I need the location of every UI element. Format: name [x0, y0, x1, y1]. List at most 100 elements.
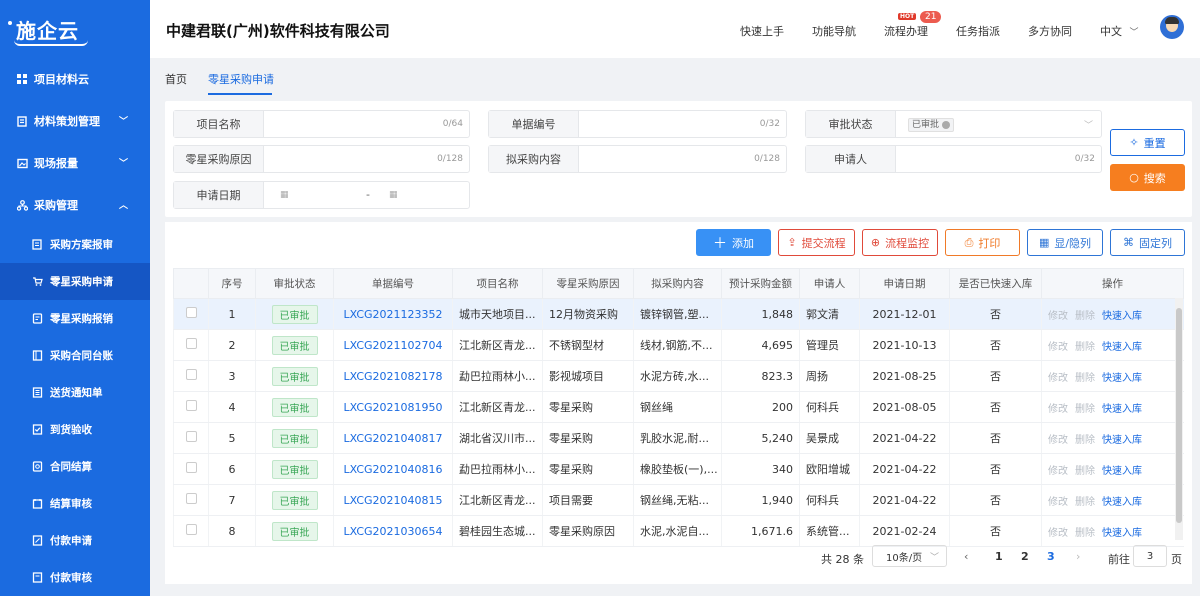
row-checkbox[interactable]: [185, 462, 197, 473]
project-name-field[interactable]: 项目名称 0/64: [173, 110, 470, 138]
approval-status-select[interactable]: 已审批 ﹀: [896, 111, 1101, 137]
table-row[interactable]: 1 已审批 LXCG2021123352 城市天地项目... 12月物资采购 镀锌钢管,塑…: [173, 298, 1184, 330]
doc-code-link[interactable]: LXCG2021081950: [343, 401, 442, 414]
tab-home[interactable]: 首页: [165, 71, 187, 87]
sidebar-item-project-material-cloud[interactable]: 项目材料云: [0, 58, 150, 100]
content-field[interactable]: 拟采购内容 0/128: [488, 145, 787, 173]
doc-code-link[interactable]: LXCG2021040816: [343, 463, 442, 476]
print-button[interactable]: ⎙ 打印: [945, 229, 1020, 256]
process-monitor-button[interactable]: ⊕ 流程监控: [862, 229, 938, 256]
nav-function-guide[interactable]: 功能导航: [812, 23, 856, 39]
doc-no-field[interactable]: 单据编号 0/32: [488, 110, 787, 138]
sidebar-sub-purchase-plan[interactable]: 采购方案报审: [0, 226, 150, 263]
quick-stock-button[interactable]: 快速入库: [1102, 342, 1142, 353]
doc-code-link[interactable]: LXCG2021102704: [343, 339, 442, 352]
row-checkbox[interactable]: [185, 431, 197, 442]
pin-columns-button[interactable]: ⌘ 固定列: [1110, 229, 1185, 256]
avatar[interactable]: [1160, 15, 1184, 39]
next-page-icon[interactable]: ›: [1076, 550, 1080, 563]
approval-status-field[interactable]: 审批状态 已审批 ﹀: [805, 110, 1102, 138]
sidebar-sub-arrival-inspection[interactable]: 到货验收: [0, 411, 150, 448]
row-checkbox[interactable]: [185, 493, 197, 504]
language-select[interactable]: 中文 ﹀: [1100, 23, 1139, 39]
page-2[interactable]: 2: [1021, 550, 1029, 563]
quick-stock-button[interactable]: 快速入库: [1102, 435, 1142, 446]
edit-button[interactable]: 修改: [1048, 466, 1068, 477]
edit-button[interactable]: 修改: [1048, 404, 1068, 415]
reset-button[interactable]: ✧ 重置: [1110, 129, 1185, 156]
sidebar-sub-payment-request[interactable]: 付款申请: [0, 522, 150, 559]
table-row[interactable]: 4 已审批 LXCG2021081950 江北新区青龙... 零星采购 钢丝绳 200 何科兵…: [173, 391, 1184, 423]
delete-button[interactable]: 删除: [1075, 497, 1095, 508]
tab-sporadic-purchase-request[interactable]: 零星采购申请: [208, 71, 274, 87]
edit-button[interactable]: 修改: [1048, 497, 1068, 508]
row-checkbox[interactable]: [185, 369, 197, 380]
table-row[interactable]: 6 已审批 LXCG2021040816 勐巴拉雨林小... 零星采购 橡胶垫板(一),.…: [173, 453, 1184, 485]
quick-stock-button[interactable]: 快速入库: [1102, 466, 1142, 477]
sidebar-item-procurement[interactable]: 采购管理 ︿: [0, 184, 150, 226]
sidebar-item-material-planning[interactable]: 材料策划管理 ﹀: [0, 100, 150, 142]
doc-code-link[interactable]: LXCG2021030654: [343, 525, 442, 538]
edit-button[interactable]: 修改: [1048, 528, 1068, 539]
quick-stock-button[interactable]: 快速入库: [1102, 373, 1142, 384]
row-checkbox[interactable]: [185, 307, 197, 318]
sidebar-item-site-report[interactable]: 现场报量 ﹀: [0, 142, 150, 184]
quick-stock-button[interactable]: 快速入库: [1102, 497, 1142, 508]
content-input[interactable]: 0/128: [579, 146, 786, 172]
page-size-select[interactable]: 10条/页 ﹀: [872, 545, 947, 567]
page-3-current[interactable]: 3: [1047, 550, 1055, 563]
nav-quick-start[interactable]: 快速上手: [740, 23, 784, 39]
search-button[interactable]: ○ 搜索: [1110, 164, 1185, 191]
sidebar-sub-contract-ledger[interactable]: 采购合同台账: [0, 337, 150, 374]
doc-code-link[interactable]: LXCG2021082178: [343, 370, 442, 383]
sidebar-sub-delivery-notice[interactable]: 送货通知单: [0, 374, 150, 411]
nav-task-assign[interactable]: 任务指派: [956, 23, 1000, 39]
delete-button[interactable]: 删除: [1075, 528, 1095, 539]
delete-button[interactable]: 删除: [1075, 435, 1095, 446]
row-checkbox[interactable]: [185, 338, 197, 349]
date-range-field[interactable]: 申请日期 ▦ - ▦: [173, 181, 470, 209]
toggle-columns-button[interactable]: ▦ 显/隐列: [1027, 229, 1103, 256]
tag-close-icon[interactable]: [942, 120, 951, 129]
prev-page-icon[interactable]: ‹: [964, 550, 968, 563]
row-checkbox[interactable]: [185, 400, 197, 411]
nav-multi-collab[interactable]: 多方协同: [1028, 23, 1072, 39]
edit-button[interactable]: 修改: [1048, 311, 1068, 322]
quick-stock-button[interactable]: 快速入库: [1102, 311, 1142, 322]
doc-code-link[interactable]: LXCG2021040817: [343, 432, 442, 445]
table-row[interactable]: 7 已审批 LXCG2021040815 江北新区青龙... 项目需要 钢丝绳,无粘...…: [173, 484, 1184, 516]
sidebar-sub-contract-settlement[interactable]: 合同结算: [0, 448, 150, 485]
add-button[interactable]: ＋ 添加: [696, 229, 771, 256]
delete-button[interactable]: 删除: [1075, 311, 1095, 322]
table-scrollbar[interactable]: [1175, 298, 1183, 540]
table-row[interactable]: 8 已审批 LXCG2021030654 碧桂园生态城... 零星采购原因 水泥,水泥自.…: [173, 515, 1184, 547]
date-range-picker[interactable]: ▦ - ▦: [264, 182, 469, 208]
delete-button[interactable]: 删除: [1075, 404, 1095, 415]
table-row[interactable]: 5 已审批 LXCG2021040817 湖北省汉川市... 零星采购 乳胶水泥,耐...…: [173, 422, 1184, 454]
applicant-field[interactable]: 申请人 0/32: [805, 145, 1102, 173]
doc-code-link[interactable]: LXCG2021123352: [343, 308, 442, 321]
sidebar-sub-sporadic-reimbursement[interactable]: 零星采购报销: [0, 300, 150, 337]
quick-stock-button[interactable]: 快速入库: [1102, 404, 1142, 415]
logo[interactable]: 施企云: [0, 0, 150, 58]
page-1[interactable]: 1: [995, 550, 1003, 563]
table-row[interactable]: 3 已审批 LXCG2021082178 勐巴拉雨林小... 影视城项目 水泥方砖,水..…: [173, 360, 1184, 392]
nav-process-handling[interactable]: 流程办理: [884, 23, 928, 39]
scrollbar-thumb[interactable]: [1176, 308, 1182, 523]
table-row[interactable]: 2 已审批 LXCG2021102704 江北新区青龙... 不锈钢型材 线材,钢筋,不.…: [173, 329, 1184, 361]
delete-button[interactable]: 删除: [1075, 342, 1095, 353]
submit-process-button[interactable]: ⇪ 提交流程: [778, 229, 855, 256]
applicant-input[interactable]: 0/32: [896, 146, 1101, 172]
reason-field[interactable]: 零星采购原因 0/128: [173, 145, 470, 173]
edit-button[interactable]: 修改: [1048, 342, 1068, 353]
delete-button[interactable]: 删除: [1075, 373, 1095, 384]
reason-input[interactable]: 0/128: [264, 146, 469, 172]
goto-page-input[interactable]: 3: [1133, 545, 1167, 567]
sidebar-sub-payment-review[interactable]: 付款审核: [0, 559, 150, 596]
doc-no-input[interactable]: 0/32: [579, 111, 786, 137]
edit-button[interactable]: 修改: [1048, 373, 1068, 384]
edit-button[interactable]: 修改: [1048, 435, 1068, 446]
sidebar-sub-settlement-review[interactable]: 结算审核: [0, 485, 150, 522]
doc-code-link[interactable]: LXCG2021040815: [343, 494, 442, 507]
delete-button[interactable]: 删除: [1075, 466, 1095, 477]
